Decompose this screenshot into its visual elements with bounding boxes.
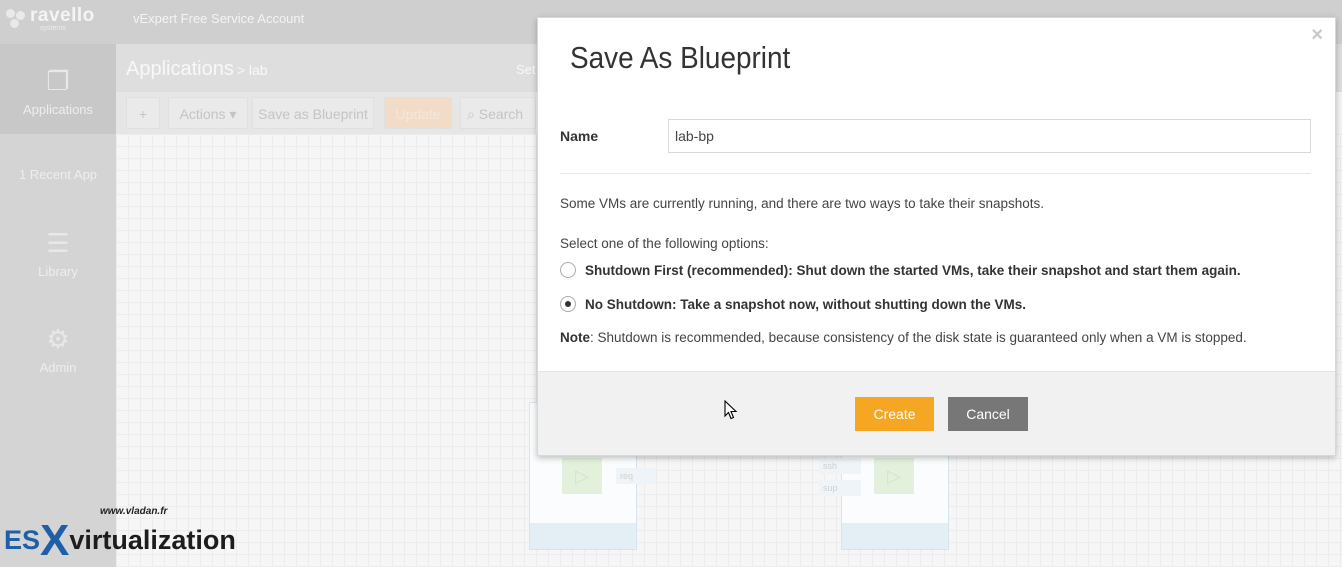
ravello-logo[interactable]: ravello systems	[6, 6, 95, 32]
dialog-footer: Create Cancel	[538, 371, 1335, 455]
option-label: No Shutdown: Take a snapshot now, withou…	[585, 296, 1026, 312]
breadcrumb-app-name: > lab	[236, 62, 268, 78]
name-label: Name	[560, 128, 599, 144]
update-button[interactable]: Update	[384, 97, 452, 129]
library-icon: ☰	[46, 228, 70, 258]
sidebar-item-admin[interactable]: ⚙ Admin	[0, 326, 116, 375]
search-placeholder: Search	[478, 106, 524, 122]
actions-dropdown[interactable]: Actions ▾	[168, 97, 248, 129]
dialog-title: Save As Blueprint	[570, 40, 791, 75]
sidebar-item-label: Applications	[22, 102, 94, 117]
service-label: req	[616, 468, 656, 484]
service-label: ssh	[819, 458, 861, 474]
create-button[interactable]: Create	[855, 397, 934, 431]
play-icon[interactable]: ▷	[874, 458, 914, 494]
note-body: : Shutdown is recommended, because consi…	[590, 330, 1247, 345]
save-blueprint-dialog: × Save As Blueprint Name Some VMs are cu…	[537, 17, 1336, 456]
sidebar-item-library[interactable]: ☰ Library	[0, 230, 116, 279]
select-prompt: Select one of the following options:	[560, 236, 769, 251]
sidebar-item-label: Admin	[39, 360, 77, 375]
logo-mark-icon	[6, 9, 26, 29]
toolbar: + Actions ▾ Save as Blueprint Update ⌕ S…	[116, 92, 536, 134]
sidebar: ❐ Applications 1 Recent App ☰ Library ⚙ …	[0, 44, 116, 567]
save-as-blueprint-button[interactable]: Save as Blueprint	[252, 97, 374, 129]
account-name[interactable]: vExpert Free Service Account	[133, 11, 304, 26]
breadcrumb-applications[interactable]: Applications	[126, 58, 234, 80]
note-label: Note	[560, 330, 590, 345]
logo-name: ravello	[30, 5, 95, 26]
watermark-text: virtualization	[69, 525, 236, 555]
watermark-es: ES	[4, 525, 41, 555]
close-icon[interactable]: ×	[1311, 24, 1323, 47]
watermark-x: X	[40, 516, 70, 565]
sidebar-item-applications[interactable]: ❐ Applications	[0, 44, 116, 134]
search-icon: ⌕	[467, 106, 475, 122]
radio-shutdown-first[interactable]	[560, 262, 576, 278]
sidebar-item-recent-app[interactable]: 1 Recent App	[0, 167, 116, 182]
applications-icon: ❐	[46, 66, 70, 96]
logo-sub: systems	[40, 25, 66, 32]
divider	[560, 173, 1311, 174]
radio-no-shutdown[interactable]	[560, 296, 576, 312]
mouse-cursor-icon	[724, 400, 738, 420]
sidebar-item-label: Library	[38, 264, 78, 279]
option-no-shutdown[interactable]: No Shutdown: Take a snapshot now, withou…	[560, 296, 1026, 312]
cancel-button[interactable]: Cancel	[948, 397, 1028, 431]
option-shutdown-first[interactable]: Shutdown First (recommended): Shut down …	[560, 262, 1241, 278]
search-input[interactable]: ⌕ Search	[460, 97, 536, 129]
service-label: sup	[819, 480, 861, 496]
sidebar-item-label: 1 Recent App	[18, 167, 98, 182]
running-vms-message: Some VMs are currently running, and ther…	[560, 196, 1044, 211]
add-button[interactable]: +	[126, 97, 160, 129]
note-text: Note: Shutdown is recommended, because c…	[560, 330, 1247, 345]
gear-icon: ⚙	[46, 324, 70, 354]
name-field[interactable]	[668, 119, 1311, 153]
settings-tab[interactable]: Set	[516, 62, 536, 77]
option-label: Shutdown First (recommended): Shut down …	[585, 262, 1241, 278]
play-icon[interactable]: ▷	[562, 458, 602, 494]
